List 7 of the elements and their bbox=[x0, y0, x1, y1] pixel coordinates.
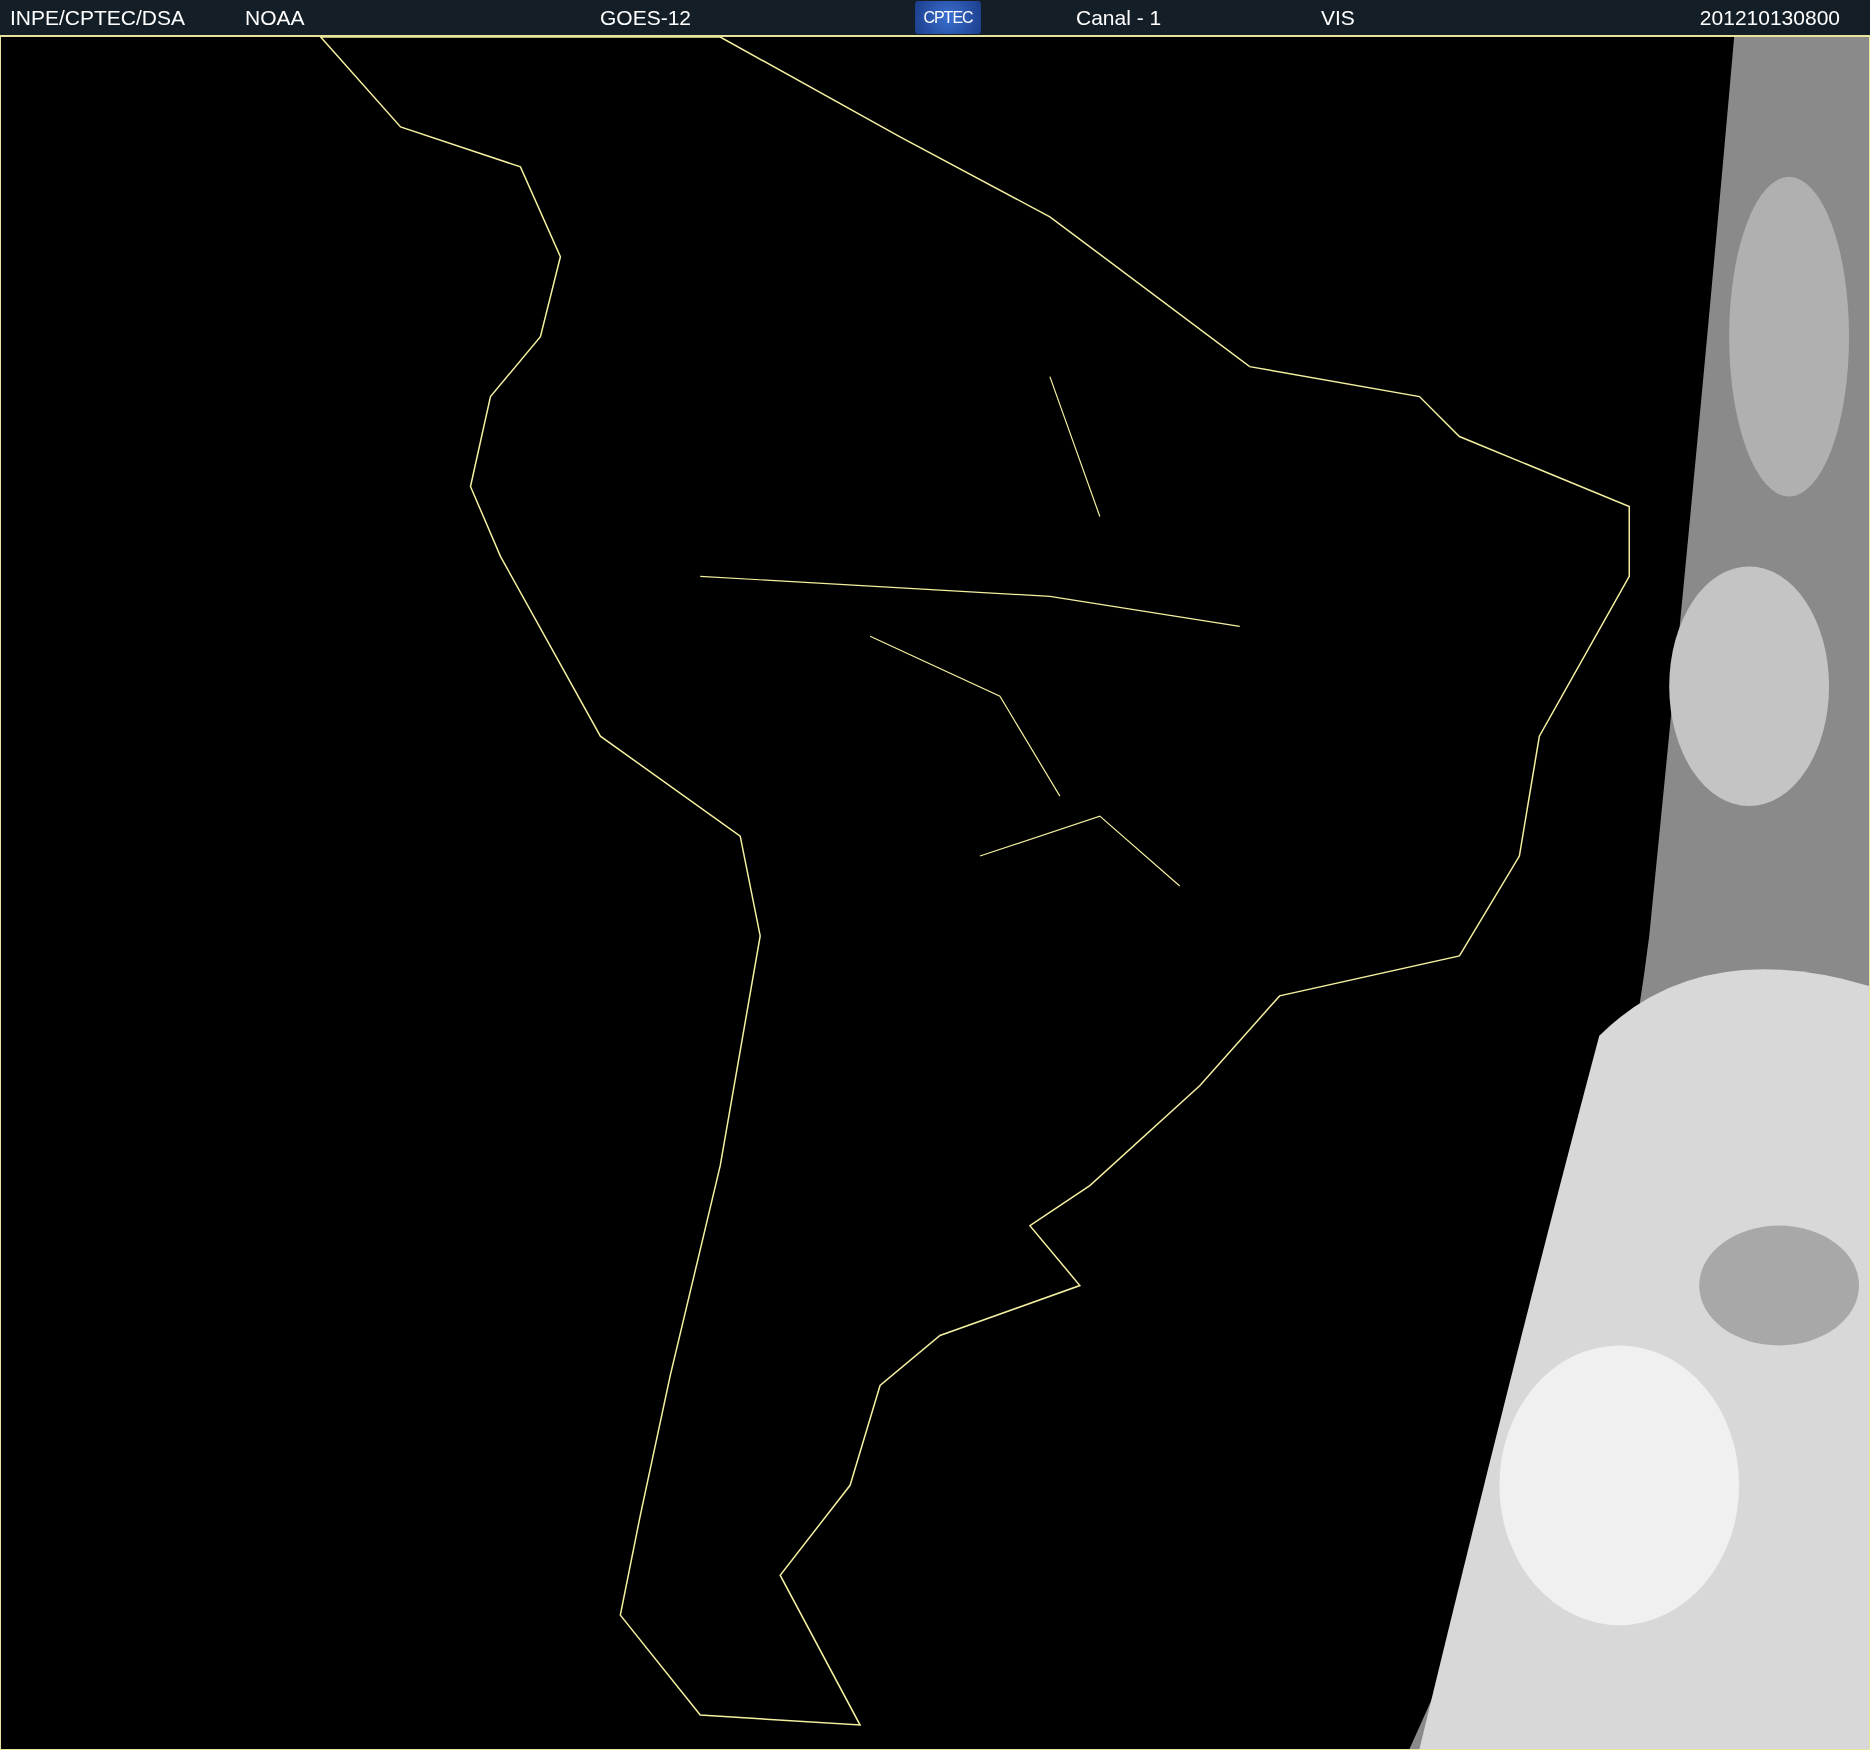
source-label: NOAA bbox=[245, 5, 306, 30]
logo: CPTEC bbox=[915, 1, 981, 34]
satellite-label: GOES-12 bbox=[600, 5, 693, 30]
timestamp-label: 201210130800 bbox=[1699, 5, 1840, 30]
band-label: VIS bbox=[1321, 5, 1356, 30]
agency-label: INPE/CPTEC/DSA bbox=[10, 5, 187, 30]
channel-label: Canal - 1 bbox=[1076, 5, 1163, 30]
